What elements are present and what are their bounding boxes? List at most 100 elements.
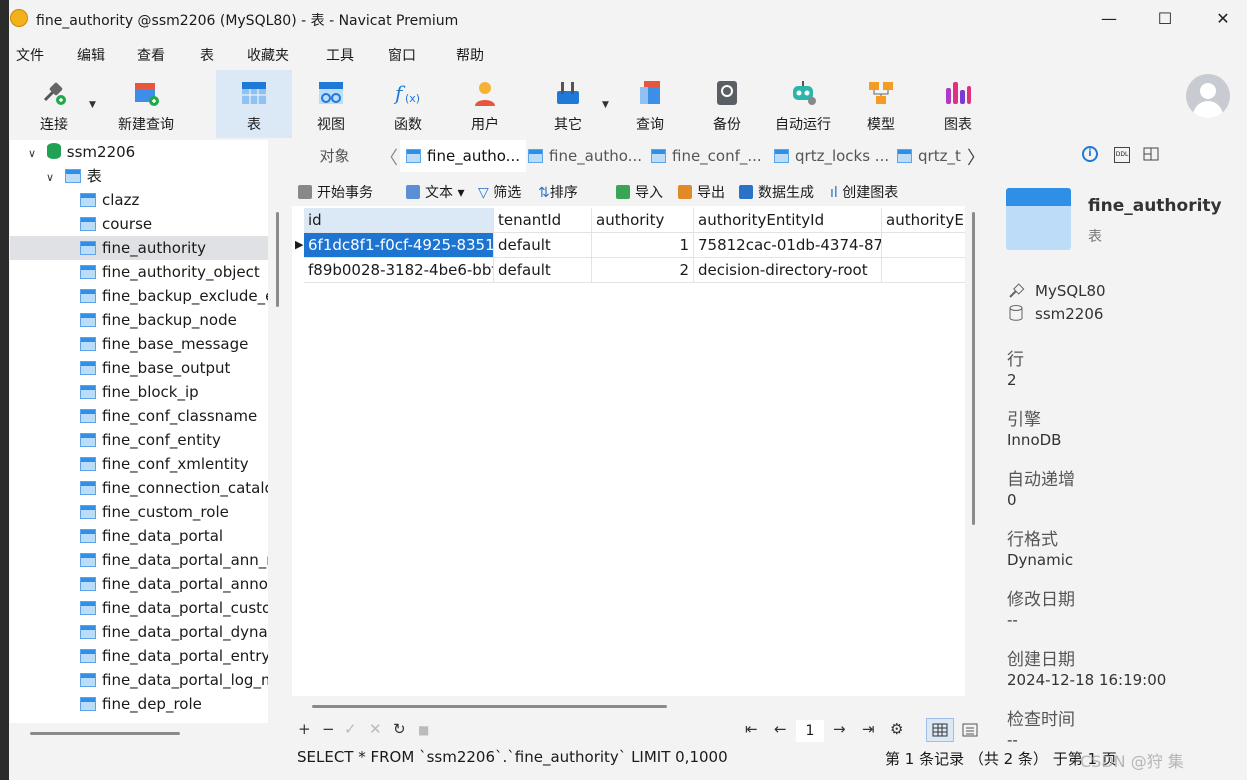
create-chart-button[interactable]: ıl 创建图表 — [830, 182, 898, 202]
tree-table-item[interactable]: fine_conf_entity — [10, 428, 268, 452]
discard-changes-button[interactable]: ✕ — [369, 720, 382, 738]
backup-button[interactable]: 备份 — [697, 70, 757, 138]
menu-tools[interactable]: 工具 — [326, 45, 354, 65]
tab-scroll-left-icon[interactable]: 〈 — [380, 144, 398, 170]
text-button[interactable]: 文本 ▾ — [406, 182, 464, 202]
settings-gear-icon[interactable]: ⚙ — [890, 720, 903, 738]
table-cell[interactable] — [882, 258, 965, 283]
export-button[interactable]: 导出 — [678, 182, 725, 202]
new-query-button[interactable]: 新建查询 — [101, 70, 191, 138]
filter-button[interactable]: ▽ 筛选 — [478, 182, 521, 202]
tree-table-item[interactable]: fine_connection_catalo — [10, 476, 268, 500]
tree-table-item[interactable]: fine_base_message — [10, 332, 268, 356]
prev-page-button[interactable]: ← — [774, 720, 787, 738]
tree-vertical-scrollbar[interactable] — [276, 212, 279, 307]
automation-button[interactable]: 自动运行 — [767, 70, 839, 138]
tab-fine-authority-2[interactable]: fine_autho... — [524, 140, 646, 172]
tree-table-item[interactable]: course — [10, 212, 268, 236]
tab-qrtz-locks[interactable]: qrtz_locks ... — [770, 140, 892, 172]
maximize-button[interactable]: ☐ — [1142, 0, 1188, 38]
query-button[interactable]: 查询 — [620, 70, 680, 138]
last-page-button[interactable]: ⇥ — [862, 720, 875, 738]
tree-table-item[interactable]: fine_data_portal — [10, 524, 268, 548]
tree-table-item[interactable]: fine_conf_classname — [10, 404, 268, 428]
chart-button[interactable]: 图表 — [928, 70, 988, 138]
tree-table-item[interactable]: fine_data_portal_annou — [10, 572, 268, 596]
stop-button[interactable]: ■ — [418, 723, 429, 737]
table-cell[interactable]: 2 — [592, 258, 694, 283]
tree-table-item[interactable]: fine_base_output — [10, 356, 268, 380]
layout-icon[interactable] — [1143, 147, 1159, 161]
connect-dropdown-caret[interactable]: ▼ — [89, 100, 96, 110]
tab-qrtz-t[interactable]: qrtz_t — [893, 140, 967, 172]
refresh-button[interactable]: ↻ — [393, 720, 406, 738]
menu-help[interactable]: 帮助 — [456, 45, 484, 65]
tree-table-item[interactable]: clazz — [10, 188, 268, 212]
first-page-button[interactable]: ⇤ — [745, 720, 758, 738]
user-button[interactable]: 用户 — [455, 70, 515, 138]
tab-fine-authority[interactable]: fine_autho... — [400, 140, 526, 172]
begin-transaction-button[interactable]: 开始事务 — [298, 182, 373, 202]
grid-horizontal-scrollbar[interactable] — [312, 705, 667, 708]
other-dropdown-caret[interactable]: ▼ — [602, 100, 609, 110]
tree-horizontal-scrollbar[interactable] — [30, 732, 180, 735]
column-header-authorityentityid[interactable]: authorityEntityId — [694, 208, 882, 233]
connect-button[interactable]: 连接 — [29, 70, 79, 138]
view-button[interactable]: 视图 — [301, 70, 361, 138]
tree-table-item[interactable]: fine_backup_node — [10, 308, 268, 332]
tree-table-item[interactable]: fine_backup_exclude_e — [10, 284, 268, 308]
tree-database-node[interactable]: ∨ ssm2206 — [10, 140, 268, 164]
menu-window[interactable]: 窗口 — [388, 45, 416, 65]
tree-table-item[interactable]: fine_block_ip — [10, 380, 268, 404]
info-icon[interactable]: i — [1082, 146, 1098, 162]
grid-view-button[interactable] — [926, 718, 954, 742]
tab-fine-conf[interactable]: fine_conf_... — [647, 140, 769, 172]
model-button[interactable]: 模型 — [851, 70, 911, 138]
ddl-icon[interactable]: DDL — [1114, 147, 1130, 163]
column-header-id[interactable]: id — [304, 208, 494, 233]
tab-scroll-right-icon[interactable]: 〉 — [967, 144, 985, 170]
tree-table-item[interactable]: fine_authority — [10, 236, 268, 260]
data-generation-button[interactable]: 数据生成 — [739, 182, 814, 202]
page-number-input[interactable]: 1 — [796, 720, 824, 742]
table-cell[interactable]: 75812cac-01db-4374-87c — [694, 233, 882, 258]
grid-vertical-scrollbar[interactable] — [972, 212, 975, 525]
add-record-button[interactable]: + — [298, 720, 311, 738]
table-cell[interactable]: default — [494, 233, 592, 258]
table-cell[interactable]: 6f1dc8f1-f0cf-4925-8351- — [304, 233, 494, 258]
tree-table-item[interactable]: fine_data_portal_log_m — [10, 668, 268, 692]
menu-edit[interactable]: 编辑 — [77, 45, 105, 65]
tree-table-item[interactable]: fine_dep_role — [10, 692, 268, 716]
tab-objects[interactable]: 对象 — [292, 140, 377, 172]
next-page-button[interactable]: → — [833, 720, 846, 738]
other-button[interactable]: 其它 — [538, 70, 598, 138]
tree-table-item[interactable]: fine_data_portal_entry_ — [10, 644, 268, 668]
column-header-authority[interactable]: authority — [592, 208, 694, 233]
table-cell[interactable]: 1 — [592, 233, 694, 258]
table-cell[interactable]: f89b0028-3182-4be6-bbf — [304, 258, 494, 283]
tree-table-item[interactable]: fine_data_portal_custo — [10, 596, 268, 620]
close-button[interactable]: ✕ — [1200, 0, 1246, 38]
tree-table-item[interactable]: fine_conf_xmlentity — [10, 452, 268, 476]
table-cell[interactable]: default — [494, 258, 592, 283]
delete-record-button[interactable]: − — [322, 720, 335, 738]
account-avatar[interactable] — [1186, 74, 1230, 118]
menu-favorites[interactable]: 收藏夹 — [247, 45, 289, 65]
tree-table-item[interactable]: fine_data_portal_ann_n — [10, 548, 268, 572]
tree-table-item[interactable]: fine_data_portal_dynar — [10, 620, 268, 644]
menu-view[interactable]: 查看 — [137, 45, 165, 65]
menu-table[interactable]: 表 — [200, 45, 214, 65]
sort-button[interactable]: ⇅排序 — [538, 182, 578, 202]
table-button[interactable]: 表 — [216, 70, 292, 138]
table-cell[interactable] — [882, 233, 965, 258]
tree-table-item[interactable]: fine_authority_object — [10, 260, 268, 284]
menu-file[interactable]: 文件 — [16, 45, 44, 65]
minimize-button[interactable]: — — [1086, 0, 1132, 38]
function-button[interactable]: f (x) 函数 — [378, 70, 438, 138]
chevron-down-icon[interactable]: ∨ — [28, 142, 42, 164]
column-header-authorityen[interactable]: authorityEn — [882, 208, 965, 233]
apply-changes-button[interactable]: ✓ — [344, 720, 357, 738]
tree-table-item[interactable]: fine_custom_role — [10, 500, 268, 524]
table-cell[interactable]: decision-directory-root — [694, 258, 882, 283]
chevron-down-icon[interactable]: ∨ — [46, 166, 60, 188]
